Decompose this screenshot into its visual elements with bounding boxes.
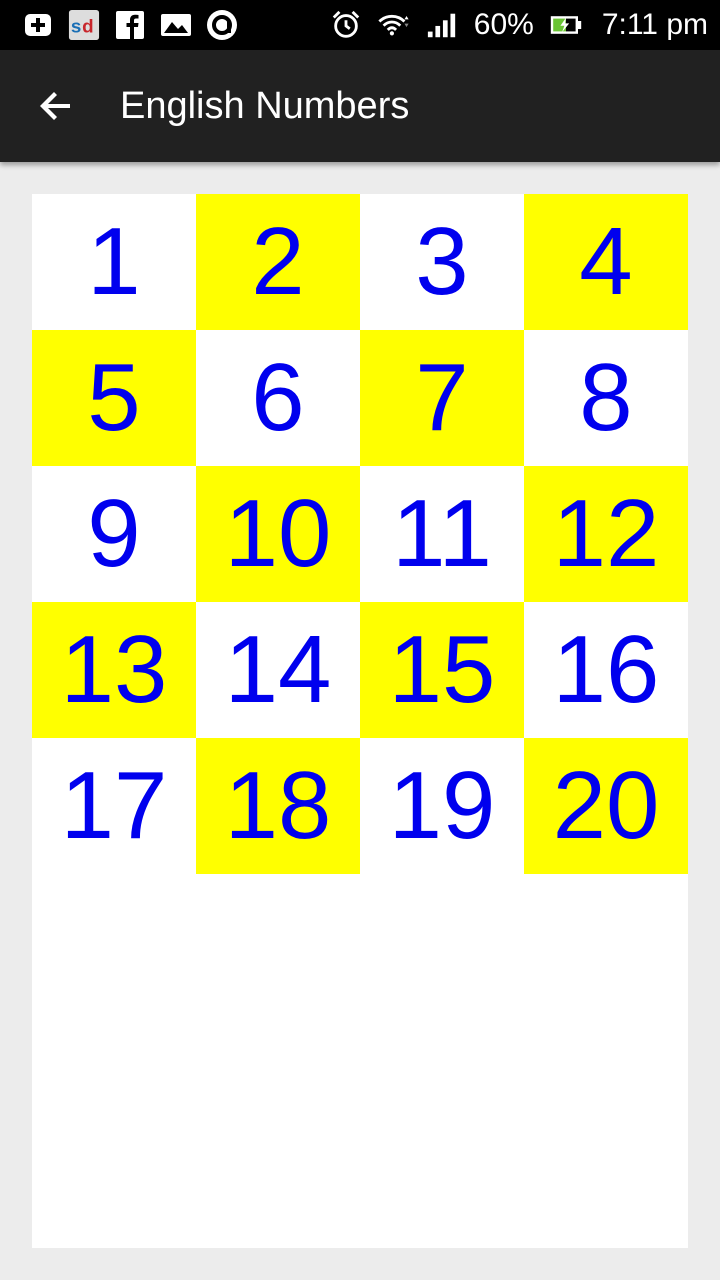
number-tile-6[interactable]: 6 (196, 330, 360, 466)
page-title: English Numbers (120, 84, 410, 127)
notification-icons: sd (0, 9, 238, 41)
number-tile-12[interactable]: 12 (524, 466, 688, 602)
numbers-grid: 1 2 3 4 5 6 7 8 9 10 11 12 13 14 15 16 17 18 19 20 (32, 194, 688, 874)
numbers-panel: 1 2 3 4 5 6 7 8 9 10 11 12 13 14 15 16 17 18 19 20 (32, 194, 688, 1248)
number-tile-14[interactable]: 14 (196, 602, 360, 738)
number-tile-1[interactable]: 1 (32, 194, 196, 330)
system-status: 60% 7:11 pm (330, 8, 720, 42)
number-tile-4[interactable]: 4 (524, 194, 688, 330)
battery-charging-icon (550, 9, 582, 41)
status-bar: sd 60% 7:11 pm (0, 0, 720, 50)
battery-percent: 60% (473, 8, 534, 41)
arrow-back-icon (40, 92, 70, 120)
number-tile-5[interactable]: 5 (32, 330, 196, 466)
number-tile-15[interactable]: 15 (360, 602, 524, 738)
svg-text:d: d (82, 16, 94, 37)
number-tile-20[interactable]: 20 (524, 738, 688, 874)
number-tile-10[interactable]: 10 (196, 466, 360, 602)
sd-app-icon: sd (68, 9, 100, 41)
back-button[interactable] (20, 70, 92, 142)
number-tile-16[interactable]: 16 (524, 602, 688, 738)
facebook-icon (114, 9, 146, 41)
signal-icon (426, 9, 458, 41)
number-tile-11[interactable]: 11 (360, 466, 524, 602)
number-tile-17[interactable]: 17 (32, 738, 196, 874)
alarm-icon (330, 9, 362, 41)
svg-text:s: s (71, 16, 81, 37)
number-tile-19[interactable]: 19 (360, 738, 524, 874)
clock: 7:11 pm (601, 8, 708, 41)
app-bar: English Numbers (0, 50, 720, 162)
circle-a-icon (206, 9, 238, 41)
number-tile-7[interactable]: 7 (360, 330, 524, 466)
photos-icon (160, 9, 192, 41)
number-tile-9[interactable]: 9 (32, 466, 196, 602)
number-tile-8[interactable]: 8 (524, 330, 688, 466)
number-tile-13[interactable]: 13 (32, 602, 196, 738)
wifi-icon (378, 9, 410, 41)
number-tile-2[interactable]: 2 (196, 194, 360, 330)
number-tile-18[interactable]: 18 (196, 738, 360, 874)
plus-box-icon (22, 9, 54, 41)
number-tile-3[interactable]: 3 (360, 194, 524, 330)
